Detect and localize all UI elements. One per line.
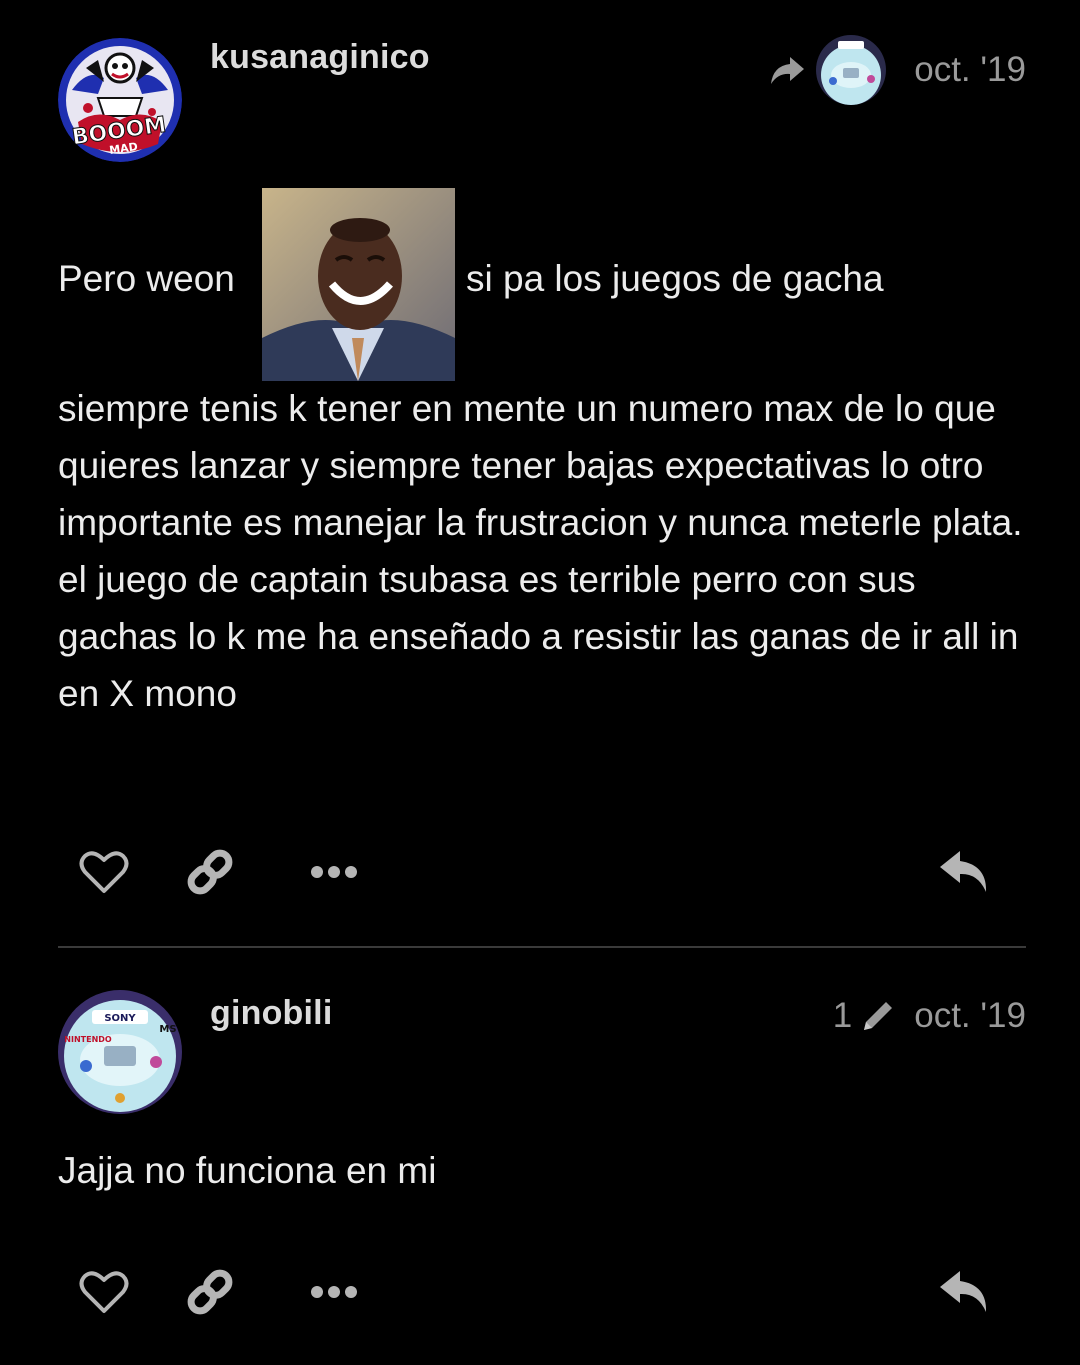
avatar-label-sony: SONY	[104, 1013, 136, 1024]
post-intro-text: Pero weon	[58, 258, 235, 299]
reply-icon	[940, 1271, 987, 1312]
avatar-label-ms: MS	[159, 1024, 176, 1035]
pencil-icon[interactable]	[860, 998, 896, 1034]
avatar-image: SONY NINTENDO MS	[58, 990, 182, 1114]
reply-icon	[940, 851, 987, 892]
reply-button[interactable]	[934, 842, 994, 902]
post-divider	[58, 946, 1026, 948]
avatar-label-nintendo: NINTENDO	[64, 1035, 112, 1044]
user-avatar[interactable]: SONY NINTENDO MS	[58, 990, 182, 1114]
post-actions	[58, 1262, 1026, 1322]
more-options-button[interactable]	[304, 1262, 364, 1322]
post-date[interactable]: oct. '19	[914, 50, 1026, 90]
edit-count[interactable]: 1	[833, 996, 852, 1036]
post-username[interactable]: ginobili	[210, 994, 332, 1033]
post-body-text: Jajja no funciona en mi	[58, 1150, 437, 1191]
copy-link-button[interactable]	[180, 1262, 240, 1322]
more-icon	[311, 1286, 357, 1298]
post-kusanaginico: BOOOM MAD kusanaginico oct. '19 Pero weo…	[58, 0, 1026, 940]
heart-icon	[79, 1271, 129, 1313]
like-button[interactable]	[74, 842, 134, 902]
reply-to-avatar[interactable]	[816, 35, 887, 105]
post-meta: 1 oct. '19	[833, 996, 1026, 1036]
link-icon	[187, 1269, 233, 1315]
more-icon	[311, 866, 357, 878]
post-body-text: siempre tenis k tener en mente un numero…	[58, 388, 1023, 714]
post-date[interactable]: oct. '19	[914, 996, 1026, 1036]
user-avatar[interactable]: BOOOM MAD	[58, 38, 182, 162]
reply-button[interactable]	[934, 1262, 994, 1322]
post-meta: oct. '19	[768, 34, 1026, 106]
laughing-meme-image[interactable]	[262, 188, 455, 381]
link-icon	[187, 849, 233, 895]
heart-icon	[79, 851, 129, 893]
copy-link-button[interactable]	[180, 842, 240, 902]
more-options-button[interactable]	[304, 842, 364, 902]
post-username[interactable]: kusanaginico	[210, 38, 430, 77]
like-button[interactable]	[74, 1262, 134, 1322]
post-actions	[58, 842, 1026, 902]
post-after-image-text: si pa los juegos de gacha	[466, 258, 884, 299]
share-forward-icon[interactable]	[768, 53, 806, 87]
post-intro-line: Pero weon si pa los juegos de gacha	[58, 188, 1026, 382]
avatar-image: BOOOM MAD	[58, 38, 182, 162]
post-ginobili: SONY NINTENDO MS ginobili 1 oct. '19 Jaj…	[58, 960, 1026, 1365]
